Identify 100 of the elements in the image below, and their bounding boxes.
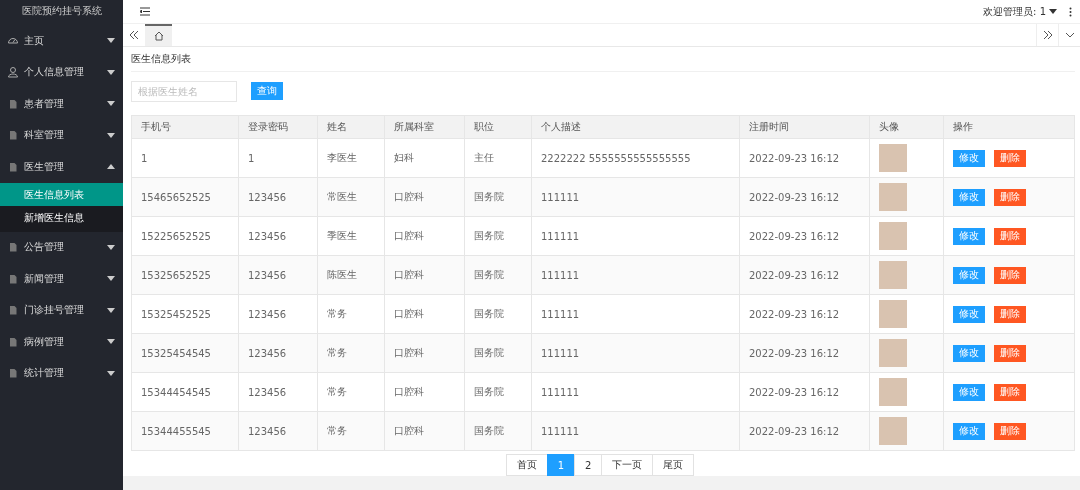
sidebar-item[interactable]: 新闻管理: [0, 263, 123, 295]
sidebar-item[interactable]: 门诊挂号管理: [0, 294, 123, 326]
edit-button[interactable]: 修改: [953, 227, 985, 245]
photo-placeholder: [879, 261, 907, 290]
page-button[interactable]: 下一页: [601, 454, 654, 477]
delete-button[interactable]: 删除: [994, 266, 1026, 284]
sidebar-item[interactable]: 个人信息管理: [0, 56, 123, 88]
delete-button[interactable]: 删除: [994, 149, 1026, 167]
photo-placeholder: [879, 222, 907, 251]
table-cell: 国务院: [464, 177, 532, 217]
column-header: 姓名: [317, 115, 385, 139]
table-cell: 口腔科: [384, 372, 465, 412]
document-icon: [7, 304, 19, 317]
double-chevron-left-icon: [129, 30, 139, 41]
table-cell: 123456: [238, 372, 318, 412]
table-cell: 常务: [317, 294, 385, 334]
column-header: 操作: [943, 115, 1075, 139]
sidebar-item[interactable]: 医生管理: [0, 151, 123, 183]
table-cell: 2222222 5555555555555555: [531, 138, 740, 178]
page-button[interactable]: 尾页: [652, 454, 695, 477]
delete-button[interactable]: 删除: [994, 422, 1026, 440]
table-cell: 口腔科: [384, 294, 465, 334]
sidebar-item[interactable]: 病例管理: [0, 326, 123, 358]
home-icon: [153, 31, 164, 42]
table-cell: 111111: [531, 177, 740, 217]
caret-down-icon: [1049, 9, 1057, 15]
sidebar-item[interactable]: 统计管理: [0, 357, 123, 389]
table-cell: 15344455545: [131, 411, 239, 451]
document-icon: [7, 241, 19, 254]
edit-button[interactable]: 修改: [953, 188, 985, 206]
table-cell: 15325452525: [131, 294, 239, 334]
table-cell: 111111: [531, 411, 740, 451]
chevron-down-icon: [1064, 32, 1075, 39]
table-cell: 15225652525: [131, 216, 239, 256]
home-tab[interactable]: [145, 24, 172, 47]
column-header: 注册时间: [739, 115, 870, 139]
table-cell: 季医生: [317, 216, 385, 256]
table-cell: 口腔科: [384, 333, 465, 373]
table-cell: 111111: [531, 333, 740, 373]
delete-button[interactable]: 删除: [994, 188, 1026, 206]
photo-placeholder: [879, 300, 907, 329]
user-greeting[interactable]: 欢迎管理员: 1: [983, 4, 1046, 19]
table-cell: 123456: [238, 255, 318, 295]
delete-button[interactable]: 删除: [994, 344, 1026, 362]
document-icon: [7, 367, 19, 380]
sidebar-item[interactable]: 患者管理: [0, 88, 123, 120]
menu-icon: [140, 7, 150, 17]
table-cell: 2022-09-23 16:12: [739, 177, 870, 217]
delete-button[interactable]: 删除: [994, 383, 1026, 401]
photo-placeholder: [879, 144, 907, 173]
edit-button[interactable]: 修改: [953, 383, 985, 401]
sidebar-item[interactable]: 公告管理: [0, 231, 123, 263]
search-field[interactable]: 根据医生姓名: [131, 80, 237, 102]
edit-button[interactable]: 修改: [953, 422, 985, 440]
table-cell: 123456: [238, 216, 318, 256]
sidebar-item[interactable]: 主页: [0, 25, 123, 57]
column-header: 头像: [869, 115, 944, 139]
app-title: 医院预约挂号系统: [20, 4, 103, 18]
photo-placeholder: [879, 183, 907, 212]
column-header: 所属科室: [384, 115, 465, 139]
table-cell: 2022-09-23 16:12: [739, 216, 870, 256]
sidebar-item[interactable]: 科室管理: [0, 119, 123, 151]
table-cell: 常医生: [317, 177, 385, 217]
table-cell: 国务院: [464, 216, 532, 256]
table-cell: 111111: [531, 372, 740, 412]
edit-button[interactable]: 修改: [953, 149, 985, 167]
document-icon: [7, 160, 19, 173]
column-header: 登录密码: [238, 115, 318, 139]
table-cell: 国务院: [464, 411, 532, 451]
table-cell: 15325652525: [131, 255, 239, 295]
table-cell: 口腔科: [384, 255, 465, 295]
edit-button[interactable]: 修改: [953, 266, 985, 284]
table-cell: 2022-09-23 16:12: [739, 294, 870, 334]
edit-button[interactable]: 修改: [953, 344, 985, 362]
delete-button[interactable]: 删除: [994, 227, 1026, 245]
table-cell: 主任: [464, 138, 532, 178]
table-cell: 15465652525: [131, 177, 239, 217]
table-cell: 2022-09-23 16:12: [739, 255, 870, 295]
sidebar-subitem[interactable]: 医生信息列表: [0, 182, 123, 206]
page-button[interactable]: 2: [574, 454, 603, 477]
search-button[interactable]: 查询: [251, 82, 283, 101]
column-header: 手机号: [131, 115, 239, 139]
document-icon: [7, 97, 19, 110]
document-icon: [7, 272, 19, 285]
table-cell: 常务: [317, 333, 385, 373]
table-cell: 111111: [531, 294, 740, 334]
page-button[interactable]: 首页: [505, 454, 548, 477]
table-cell: 123456: [238, 411, 318, 451]
table-cell: 国务院: [464, 255, 532, 295]
table-cell: 123456: [238, 294, 318, 334]
table-cell: 李医生: [317, 138, 385, 178]
table-cell: 111111: [531, 255, 740, 295]
user-icon: [7, 66, 19, 79]
photo-placeholder: [879, 339, 907, 368]
edit-button[interactable]: 修改: [953, 305, 985, 323]
sidebar-subitem[interactable]: 新增医生信息: [0, 205, 123, 229]
table-cell: 口腔科: [384, 216, 465, 256]
table-cell: 1: [131, 138, 239, 178]
delete-button[interactable]: 删除: [994, 305, 1026, 323]
table-cell: 口腔科: [384, 177, 465, 217]
